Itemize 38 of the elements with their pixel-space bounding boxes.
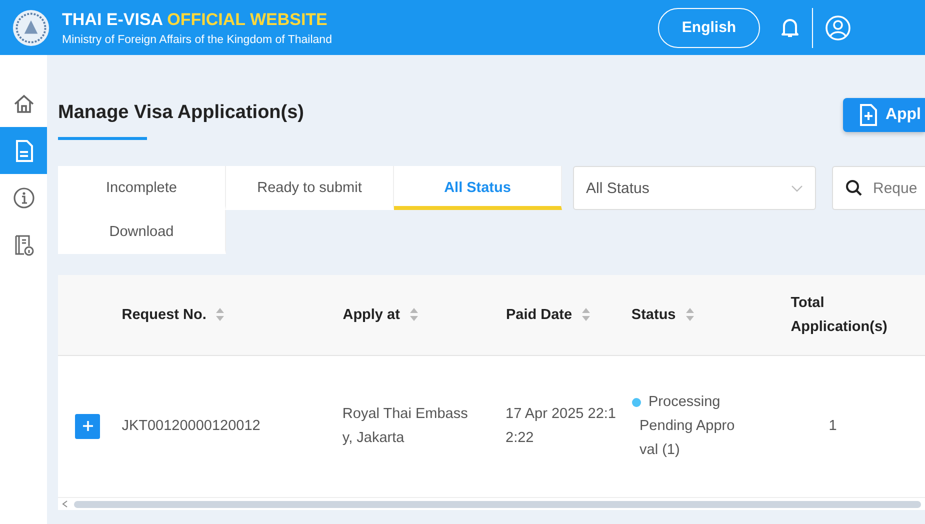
emblem-icon (12, 8, 50, 46)
scroll-left-icon[interactable] (62, 500, 68, 508)
sort-icon[interactable] (216, 308, 224, 322)
status-detail: Pending Approval (1) (638, 417, 736, 460)
column-header[interactable]: Apply at (342, 302, 400, 327)
sort-icon[interactable] (686, 308, 694, 322)
expand-button[interactable] (75, 414, 100, 439)
search-field[interactable]: Reque (832, 166, 925, 210)
sort-icon[interactable] (410, 308, 418, 322)
sort-icon[interactable] (582, 308, 590, 322)
column-header: Total Application(s) (790, 294, 888, 337)
table-cell-text: 1 (828, 417, 837, 436)
filter-tab[interactable]: Ready to submit (226, 166, 394, 210)
info-icon (12, 186, 34, 208)
add-document-icon (859, 104, 878, 126)
document-icon (14, 140, 32, 162)
filter-tab[interactable]: Download (58, 210, 226, 254)
table-cell-text: Royal Thai Embassy, Jakarta (342, 405, 469, 448)
status-dropdown[interactable]: All Status (573, 166, 816, 210)
filter-tab[interactable]: Incomplete (58, 166, 226, 210)
user-profile-icon[interactable] (825, 14, 851, 40)
notification-bell-icon[interactable] (780, 16, 800, 38)
search-icon (845, 179, 863, 197)
column-header[interactable]: Status (631, 302, 676, 327)
chevron-down-icon (791, 184, 803, 192)
site-title: THAI E-VISA OFFICIAL WEBSITE (62, 10, 328, 30)
site-subtitle: Ministry of Foreign Affairs of the Kingdom of Thailand (62, 34, 332, 46)
sidebar-item[interactable] (0, 127, 47, 174)
table-cell: JKT00120000120012 (122, 418, 260, 434)
table-cell-text: 17 Apr 2025 22:12:22 (506, 405, 617, 448)
plus-icon (82, 421, 93, 432)
page-title: Manage Visa Application(s) (58, 101, 304, 124)
horizontal-scrollbar[interactable] (58, 497, 925, 510)
status-label: Processing (648, 393, 720, 412)
manual-book-icon (12, 234, 34, 256)
column-header[interactable]: Request No. (122, 302, 206, 327)
column-header[interactable]: Paid Date (506, 302, 572, 327)
home-icon (12, 92, 34, 114)
